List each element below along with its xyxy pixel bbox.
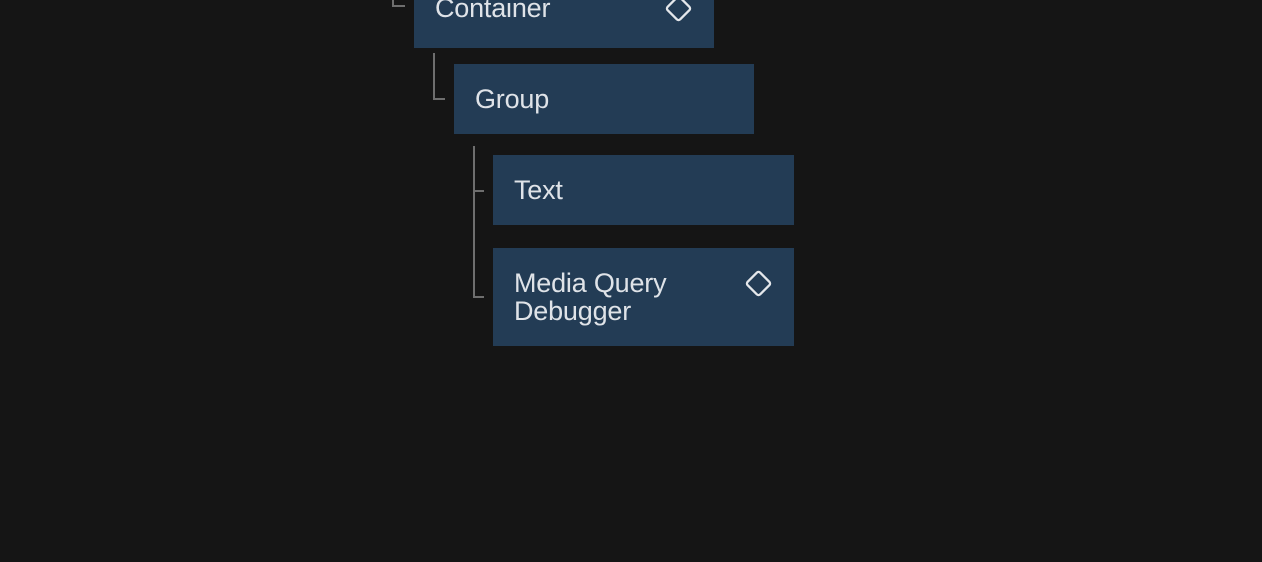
tree-node-label: Media Query Debugger: [514, 268, 667, 326]
tree-node-group[interactable]: Group: [454, 64, 754, 134]
tree-node-container[interactable]: Container: [414, 0, 714, 48]
tree-node-label: Text: [514, 175, 563, 205]
component-diamond-icon: [665, 0, 692, 27]
tree-connector-group-vertical: [433, 53, 435, 100]
tree-connector-container-elbow: [392, 5, 405, 7]
tree-connector-group-elbow: [433, 98, 445, 100]
tree-connector-mqd-tick: [473, 296, 484, 298]
tree-connector-children-vertical: [473, 146, 475, 298]
tree-node-text[interactable]: Text: [493, 155, 794, 225]
tree-connector-text-tick: [473, 190, 484, 192]
component-diamond-icon: [745, 270, 772, 302]
tree-node-label: Container: [435, 0, 551, 23]
tree-node-label: Group: [475, 84, 550, 114]
tree-node-media-query-debugger[interactable]: Media Query Debugger: [493, 248, 794, 346]
